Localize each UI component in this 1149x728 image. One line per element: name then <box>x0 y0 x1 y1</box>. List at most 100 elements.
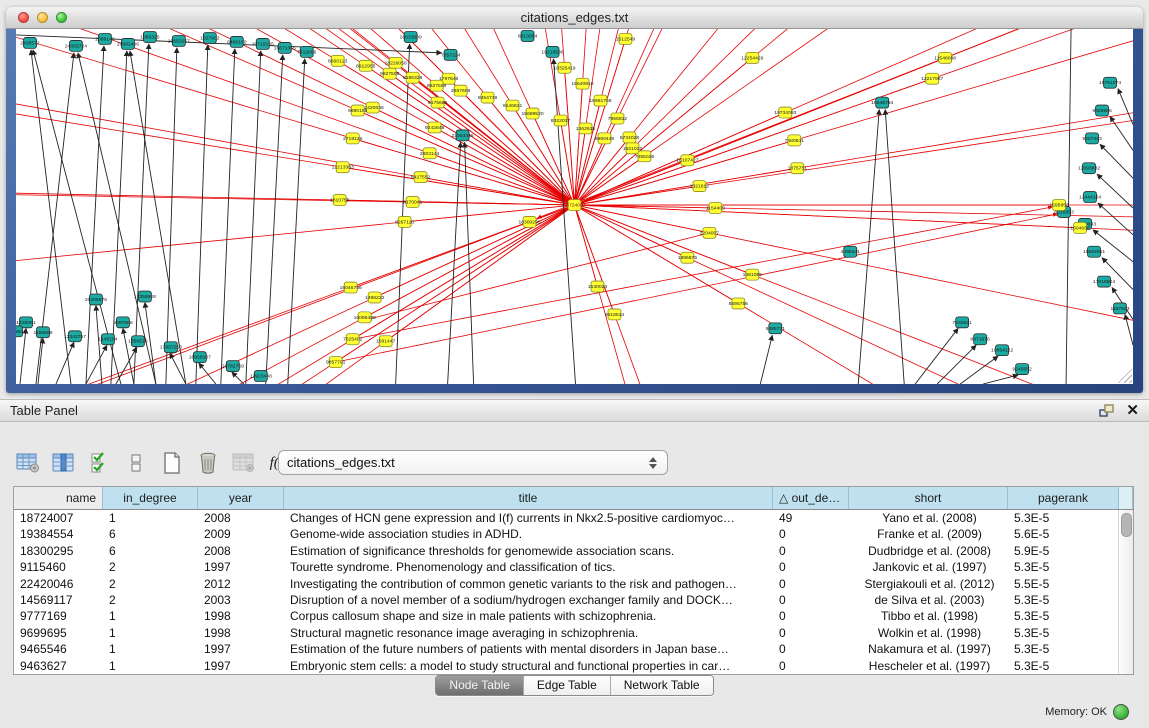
graph-edge <box>199 363 216 384</box>
graph-edge <box>575 58 753 205</box>
graph-node-label: 1154409 <box>706 205 725 211</box>
row-height-button[interactable] <box>120 447 152 479</box>
cell-year: 2009 <box>198 526 284 542</box>
graph-edge <box>336 205 575 362</box>
cell-out_de: 0 <box>773 576 849 592</box>
table-row[interactable]: 946362711997Embryonic stem cells: a mode… <box>14 658 1133 674</box>
graph-edge <box>575 205 615 314</box>
tab-edge-table[interactable]: Edge Table <box>523 676 610 695</box>
close-panel-icon[interactable]: ✕ <box>1126 404 1139 418</box>
graph-edge <box>575 29 1134 205</box>
cell-in_degree: 2 <box>103 559 198 575</box>
graph-edge <box>575 29 1134 205</box>
cell-title: Estimation of significance thresholds fo… <box>284 543 773 559</box>
cell-short: Wolkin et al. (1998) <box>849 625 1008 641</box>
graph-node-label: 12342757 <box>64 334 86 340</box>
graph-node-label: 1530023 <box>588 284 608 290</box>
cell-short: Dudbridge et al. (2008) <box>849 543 1008 559</box>
graph-edge <box>575 29 1134 205</box>
graph-node-label: 16099489 <box>354 315 376 321</box>
create-column-button[interactable] <box>156 447 188 479</box>
graph-node-label: 18640910 <box>571 81 593 87</box>
cell-name: 9777169 <box>14 608 103 624</box>
graph-node-label: 9827508 <box>427 83 447 89</box>
graph-node-label: 9242848 <box>425 125 445 131</box>
graph-edge <box>96 305 102 384</box>
table-row[interactable]: 1456911722003Disruption of a novel membe… <box>14 592 1133 608</box>
column-header-filler <box>1119 487 1133 509</box>
graph-node-label: 1512549 <box>616 36 636 42</box>
table-row[interactable]: 977716911998Corpus callosum shape and si… <box>14 608 1133 624</box>
tab-network-table[interactable]: Network Table <box>610 676 713 695</box>
graph-node-label: 10719155 <box>252 41 274 47</box>
scrollbar-thumb[interactable] <box>1121 513 1132 537</box>
table-row[interactable]: 1872400712008Changes of HCN gene express… <box>14 510 1133 526</box>
table-toolbar: f(x) <box>12 447 300 479</box>
column-header-title[interactable]: title <box>284 487 773 509</box>
cell-pagerank: 5.3E-5 <box>1008 510 1119 526</box>
cell-out_de: 0 <box>773 543 849 559</box>
graph-node-label: 17957253 <box>160 345 182 351</box>
cell-title: Genome-wide association studies in ADHD. <box>284 526 773 542</box>
network-window-titlebar[interactable]: citations_edges.txt <box>6 7 1143 29</box>
memory-status-indicator[interactable] <box>1113 704 1129 720</box>
select-columns-button[interactable] <box>84 447 116 479</box>
graph-node-label: 1362615 <box>576 126 596 132</box>
graph-edge <box>575 84 583 205</box>
graph-edge <box>575 29 1134 205</box>
graph-edge <box>575 205 1134 384</box>
graph-node-label: 1527602 <box>200 35 220 41</box>
graph-node-label: 9890155 <box>348 108 368 114</box>
table-vertical-scrollbar[interactable] <box>1118 510 1133 674</box>
column-header-year[interactable]: year <box>198 487 284 509</box>
graph-edge <box>16 205 575 344</box>
graph-node-label: 8912955 <box>356 63 376 69</box>
graph-node-label: 7495028 <box>635 154 655 160</box>
column-header-short[interactable]: short <box>849 487 1008 509</box>
graph-edge <box>1118 89 1133 125</box>
graph-edge <box>575 205 1134 268</box>
graph-node-label: 1167553 <box>1110 306 1129 312</box>
graph-node-label: 1145194 <box>98 337 117 343</box>
graph-edge <box>266 55 283 384</box>
column-header-name[interactable]: name <box>14 487 103 509</box>
graph-edge <box>575 205 716 208</box>
graph-node-label: 2204007 <box>700 230 720 236</box>
delete-table-button[interactable] <box>228 447 260 479</box>
delete-column-button[interactable] <box>192 447 224 479</box>
float-panel-icon[interactable] <box>1098 403 1116 419</box>
graph-edge <box>983 375 1018 384</box>
cell-out_de: 0 <box>773 592 849 608</box>
table-body: 1872400712008Changes of HCN gene express… <box>14 510 1133 674</box>
table-options-button[interactable] <box>12 447 44 479</box>
graph-node-label: 15751074 <box>1099 80 1121 86</box>
table-row[interactable]: 911546021997Tourette syndrome. Phenomeno… <box>14 559 1133 575</box>
graph-edge <box>56 342 74 384</box>
table-row[interactable]: 2242004622012Investigating the contribut… <box>14 576 1133 592</box>
network-canvas[interactable]: 1872400724055722405572420691402069140610… <box>16 29 1133 384</box>
table-row[interactable]: 1830029562008Estimation of significance … <box>14 543 1133 559</box>
cell-title: Estimation of the future numbers of pati… <box>284 641 773 657</box>
graph-node-label: 1498222 <box>365 295 385 301</box>
table-row[interactable]: 969969511998Structural magnetic resonanc… <box>14 625 1133 641</box>
graph-edge <box>575 205 1053 384</box>
column-header-pagerank[interactable]: pagerank <box>1008 487 1119 509</box>
table-row[interactable]: 1938455462009Genome-wide association stu… <box>14 526 1133 542</box>
tab-node-table[interactable]: Node Table <box>436 676 523 695</box>
graph-edge <box>1097 174 1133 208</box>
graph-node-label: 8466160 <box>227 39 247 45</box>
table-selector-dropdown[interactable]: citations_edges.txt <box>278 450 668 475</box>
cell-name: 9699695 <box>14 625 103 641</box>
graph-node-label: 12093832 <box>1078 166 1100 172</box>
network-view-window: citations_edges.txt 18724007240557224055… <box>6 7 1143 393</box>
show-columns-button[interactable] <box>48 447 80 479</box>
graph-node-label: 19218586 <box>541 49 563 55</box>
graph-node-label: 2803144 <box>420 151 440 157</box>
column-header-out_de[interactable]: △ out_de… <box>773 487 849 509</box>
column-header-in_degree[interactable]: in_degree <box>103 487 198 509</box>
cell-short: Nakamura et al. (1997) <box>849 641 1008 657</box>
graph-node-label: 20206576 <box>85 297 107 303</box>
table-row[interactable]: 946554611997Estimation of the future num… <box>14 641 1133 657</box>
graph-edge <box>575 29 1134 205</box>
table-panel-header: Table Panel ✕ <box>0 400 1149 422</box>
